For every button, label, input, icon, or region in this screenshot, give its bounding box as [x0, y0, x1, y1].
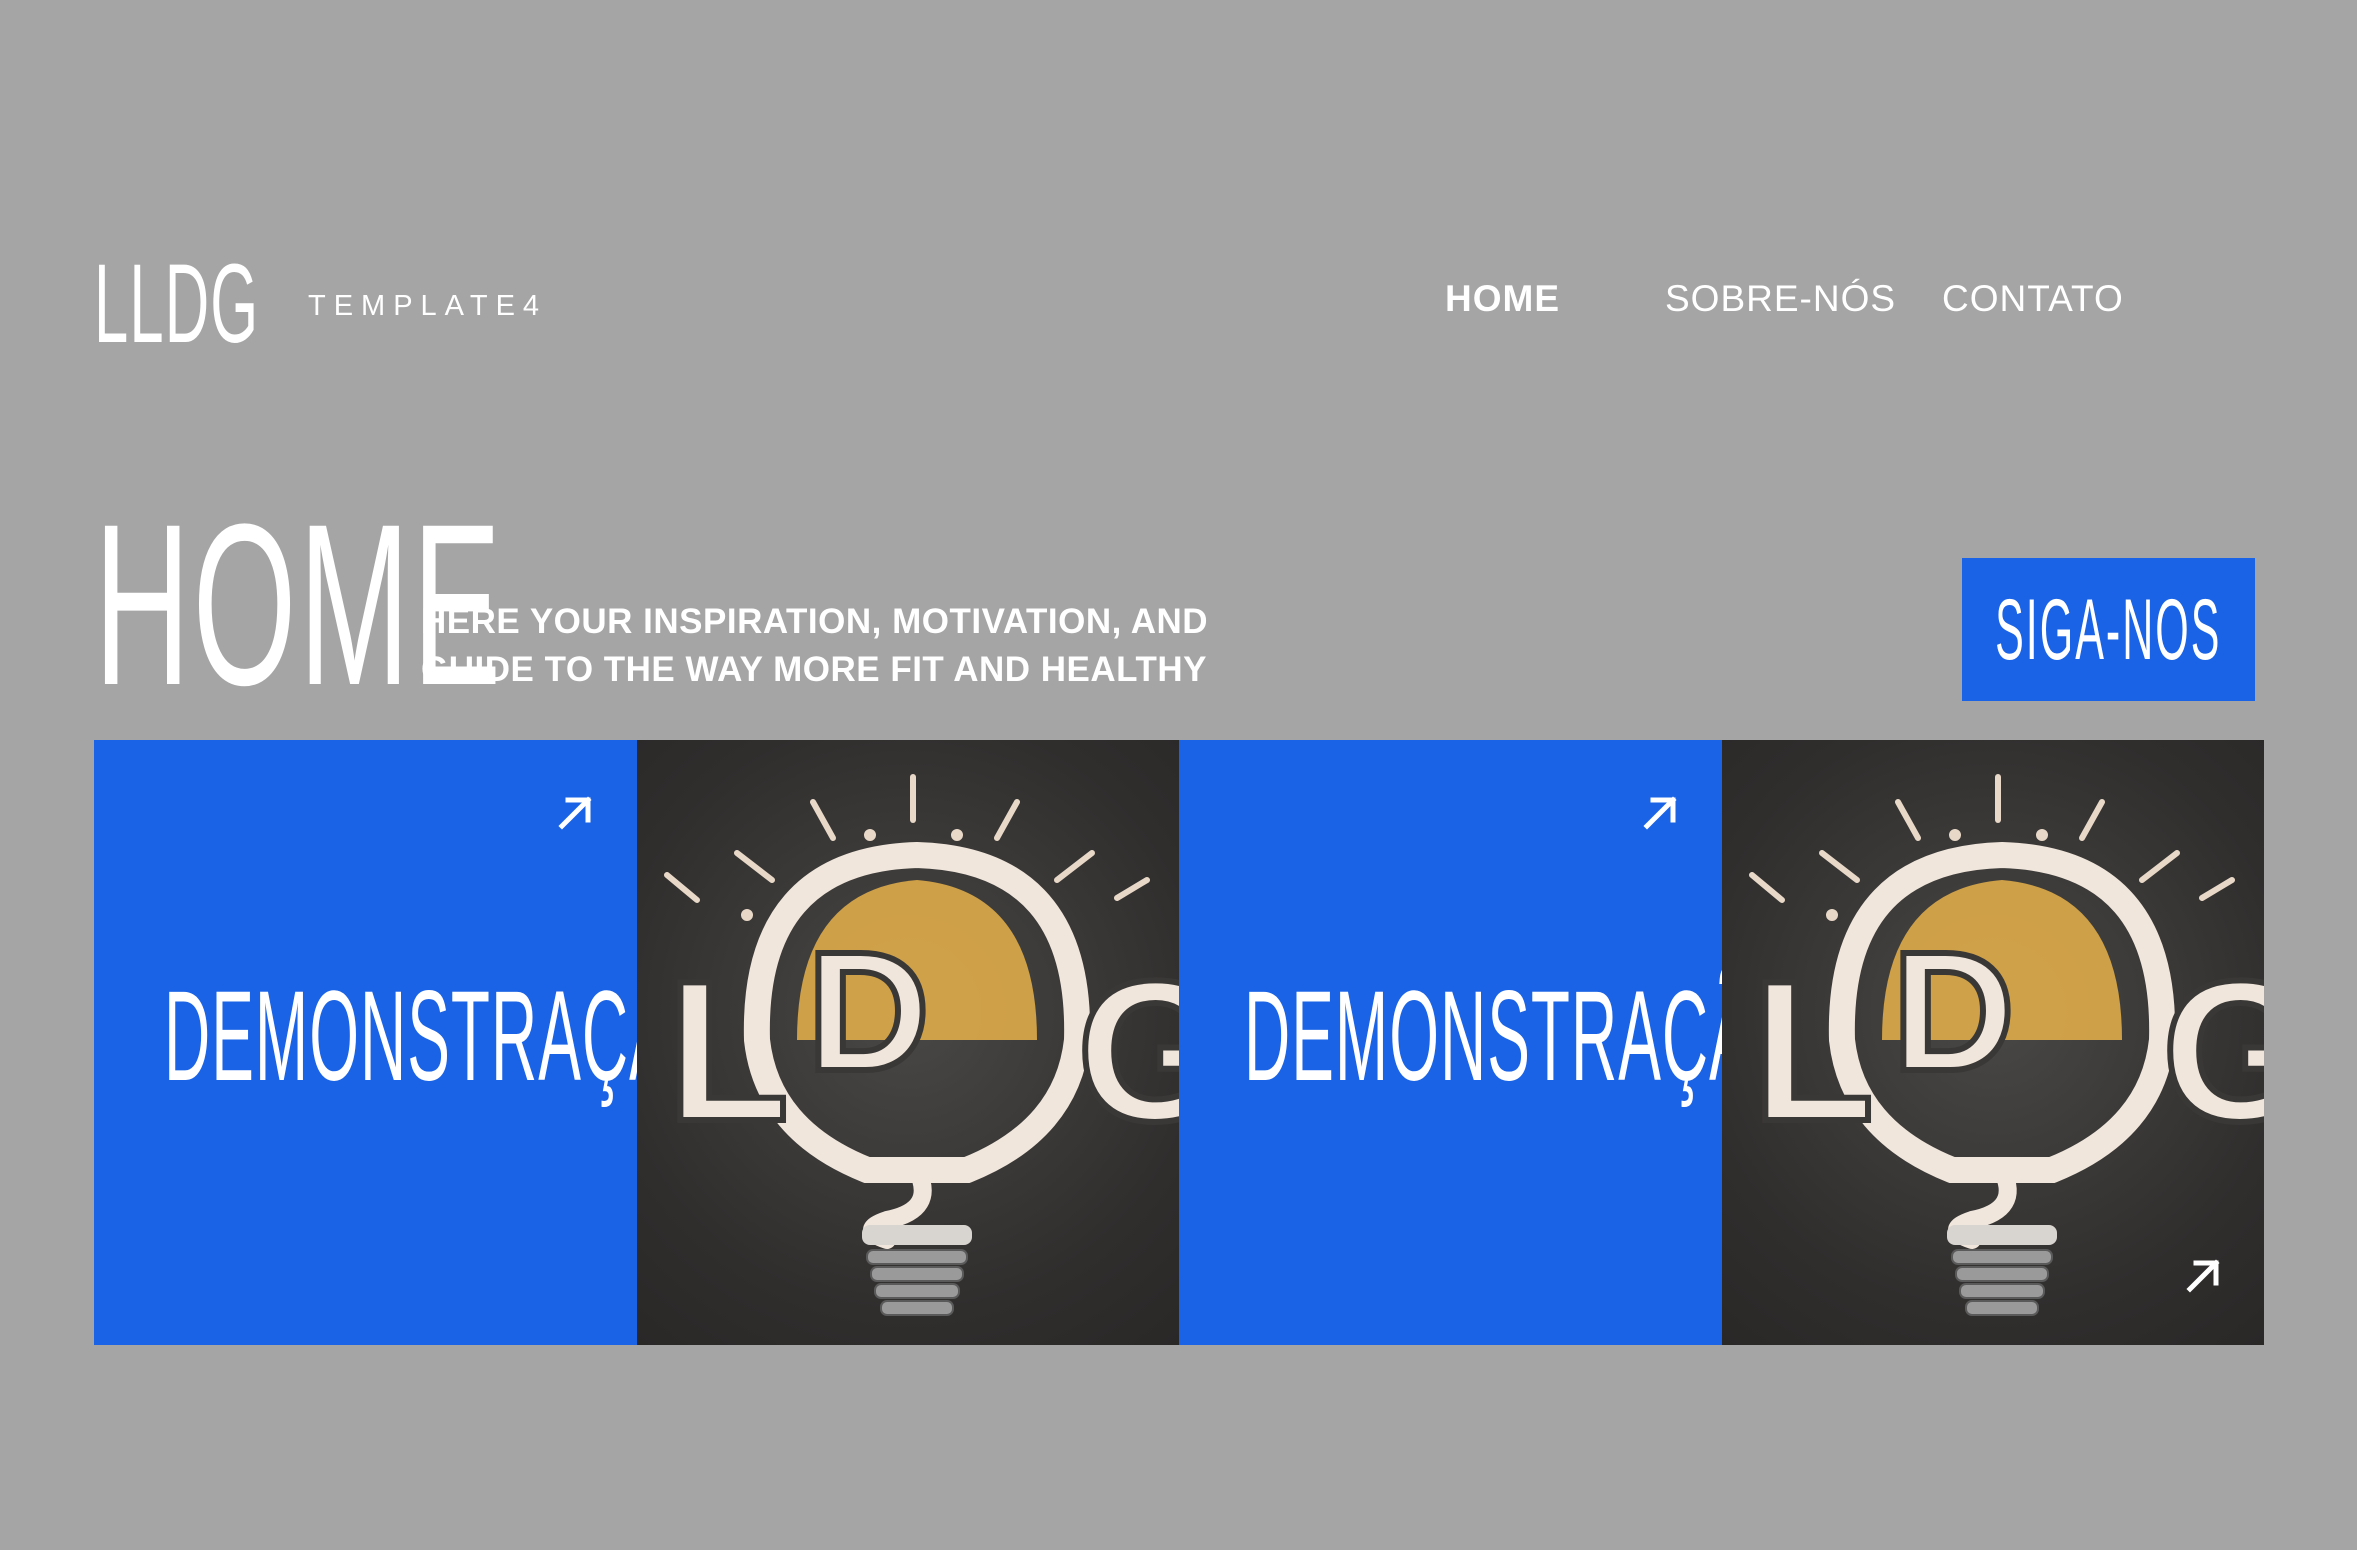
nav-contato-link[interactable]: CONTATO [1942, 278, 2124, 320]
svg-text:D: D [1892, 917, 2015, 1107]
arrow-up-right-icon [558, 796, 592, 830]
demo-tile-label: DEMONSTRAÇÃO [1244, 965, 1722, 1108]
hero-subtitle: HERE YOUR INSPIRATION, MOTIVATION, AND G… [421, 598, 1321, 694]
siga-nos-button[interactable]: SIGA-NOS [1962, 558, 2255, 701]
demo-tile-label: DEMONSTRAÇÃO [164, 965, 637, 1108]
demo-tile-1[interactable]: DEMONSTRAÇÃO [94, 740, 637, 1345]
demo-tiles: DEMONSTRAÇÃO L D G [94, 740, 2264, 1345]
arrow-up-right-icon[interactable] [2184, 1255, 2224, 1295]
nav-sobre-nos-link[interactable]: SOBRE-NÓS [1665, 278, 1896, 320]
svg-text:G: G [2162, 940, 2264, 1163]
lldg-lightbulb-image: L D G [636, 740, 1179, 1345]
svg-text:L: L [667, 940, 789, 1163]
svg-text:G: G [1077, 940, 1179, 1163]
site-logo[interactable]: LLDG [94, 248, 259, 360]
lldg-lightbulb-image[interactable]: L D G [1721, 740, 2264, 1345]
nav-home-link[interactable]: HOME [1445, 278, 1560, 320]
svg-text:L: L [1752, 940, 1874, 1163]
site-tagline: TEMPLATE4 [308, 290, 548, 322]
lightbulb-logo-icon: L D G [663, 774, 1179, 1316]
hero-subtitle-line-2: GUIDE TO THE WAY MORE FIT AND HEALTHY [421, 650, 1207, 689]
svg-text:D: D [807, 917, 930, 1107]
siga-nos-button-label: SIGA-NOS [1995, 581, 2222, 678]
arrow-up-right-icon [1643, 796, 1677, 830]
lightbulb-logo-icon: L D G [1748, 774, 2264, 1316]
demo-tile-2[interactable]: DEMONSTRAÇÃO [1179, 740, 1722, 1345]
hero-subtitle-line-1: HERE YOUR INSPIRATION, MOTIVATION, AND [421, 602, 1209, 641]
